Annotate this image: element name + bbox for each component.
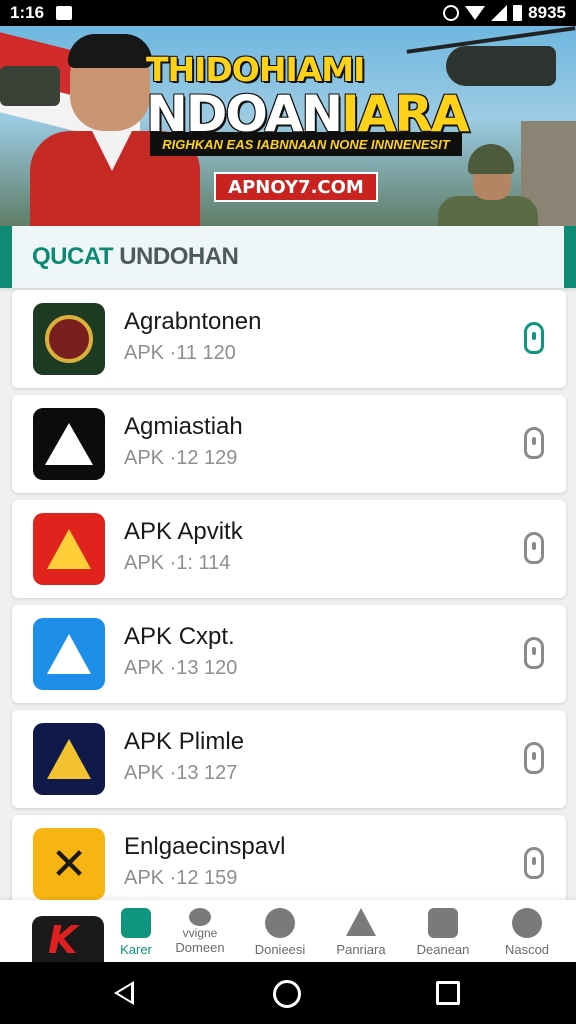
user-icon xyxy=(512,908,542,938)
partial-app-icon[interactable] xyxy=(32,916,104,966)
app-meta: APK ·12 129 xyxy=(124,447,238,469)
back-icon[interactable] xyxy=(114,981,134,1005)
notification-icon xyxy=(56,6,73,20)
download-icon[interactable] xyxy=(524,322,544,354)
list-item[interactable]: ✕ Enlgaecinspavl APK ·12 159 xyxy=(12,815,566,913)
banner-subtitle: RIGHKAN EAS IABNNAAN NONE INNNENESIT xyxy=(150,132,462,156)
app-meta: APK ·12 159 xyxy=(124,867,238,889)
app-name: APK Apvitk xyxy=(124,518,243,545)
list-item[interactable]: Agmiastiah APK ·12 129 xyxy=(12,395,566,493)
banner-title-line1: THIDOHIAMI xyxy=(146,50,365,89)
compass-icon xyxy=(265,908,295,938)
status-right-text: 8935 xyxy=(528,3,566,22)
home-icon[interactable] xyxy=(273,980,301,1008)
list-item[interactable]: APK Plimle APK ·13 127 xyxy=(12,710,566,808)
app-name: Enlgaecinspavl xyxy=(124,833,286,860)
recent-apps-icon[interactable] xyxy=(436,981,460,1005)
download-icon[interactable] xyxy=(524,637,544,669)
list-item[interactable]: APK Cxpt. APK ·13 120 xyxy=(12,605,566,703)
bottom-navigation: Karer vvigne Domeen Donieesi Panriara De… xyxy=(0,900,576,966)
banner-url[interactable]: APNOY7.COM xyxy=(214,172,378,202)
red-a-icon xyxy=(33,513,105,585)
alarm-icon xyxy=(443,5,460,21)
app-name: APK Cxpt. xyxy=(124,623,235,650)
section-header: QUCAT UNDOHAN xyxy=(0,226,576,288)
promo-banner[interactable]: THIDOHIAMI NDOANIARA RIGHKAN EAS IABNNAA… xyxy=(0,26,576,230)
image-icon xyxy=(428,908,458,938)
nav-item-donieesi[interactable]: Donieesi xyxy=(240,908,320,962)
navy-a-icon xyxy=(33,723,105,795)
download-icon[interactable] xyxy=(524,847,544,879)
app-name: Agrabntonen xyxy=(124,308,262,335)
banner-title: THIDOHIAMI NDOANIARA xyxy=(146,50,470,139)
people-icon xyxy=(189,908,211,926)
app-meta: APK ·11 120 xyxy=(124,342,236,364)
signal-icon xyxy=(491,5,508,21)
app-name: APK Plimle xyxy=(124,728,245,755)
yellow-x-icon: ✕ xyxy=(33,828,105,900)
wifi-icon xyxy=(465,6,486,20)
list-item[interactable]: APK Apvitk APK ·1: 114 xyxy=(12,500,566,598)
status-time: 1:16 xyxy=(10,3,45,22)
app-meta: APK ·1: 114 xyxy=(124,552,231,574)
battery-icon xyxy=(513,5,523,21)
nav-item-domeen[interactable]: vvigne Domeen xyxy=(160,908,240,962)
status-bar: 1:16 8935 xyxy=(0,0,576,26)
black-a-icon xyxy=(33,408,105,480)
nav-item-deanean[interactable]: Deanean xyxy=(403,908,483,962)
system-navigation-bar xyxy=(0,962,576,1024)
download-icon[interactable] xyxy=(524,532,544,564)
list-item[interactable]: Agrabntonen APK ·11 120 xyxy=(12,290,566,388)
app-name: Agmiastiah xyxy=(124,413,243,440)
app-meta: APK ·13 127 xyxy=(124,762,238,784)
soldier-image xyxy=(428,144,538,230)
section-title: QUCAT UNDOHAN xyxy=(32,243,239,270)
download-icon[interactable] xyxy=(524,742,544,774)
nav-item-panriara[interactable]: Panriara xyxy=(321,908,401,962)
download-icon[interactable] xyxy=(524,427,544,459)
green-emblem-icon xyxy=(33,303,105,375)
app-meta: APK ·13 120 xyxy=(124,657,238,679)
triangle-icon xyxy=(346,908,376,936)
edit-icon xyxy=(121,908,151,938)
nav-item-nascod[interactable]: Nascod xyxy=(487,908,567,962)
blue-a-icon xyxy=(33,618,105,690)
